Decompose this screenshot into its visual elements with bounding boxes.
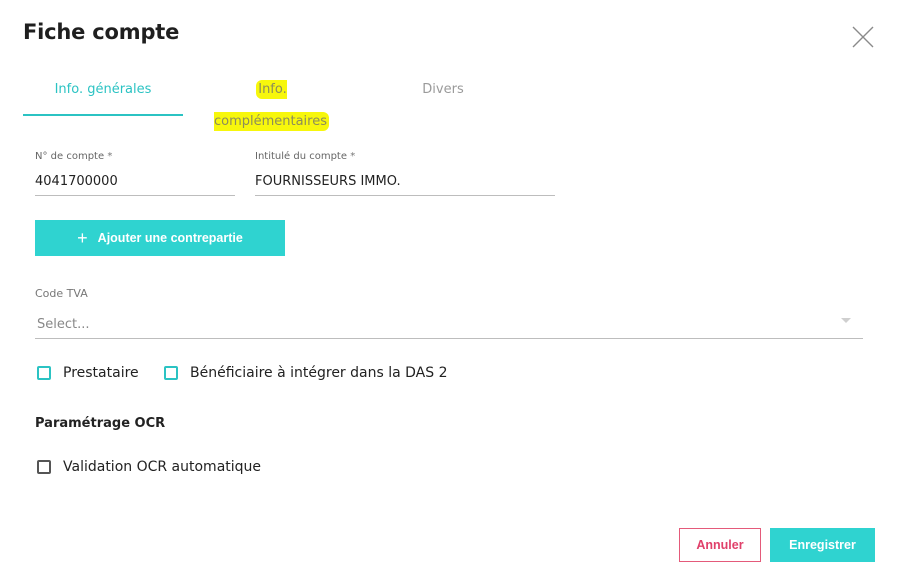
checkbox-icon — [37, 460, 51, 474]
tab-divers[interactable]: Divers — [403, 74, 483, 114]
account-number-label-text: N° de compte — [35, 151, 105, 162]
account-number-field[interactable]: 4041700000 — [35, 174, 235, 196]
required-mark: * — [350, 151, 356, 162]
tab-info-complementaires-label: Info. complémentaires — [213, 80, 330, 131]
required-mark: * — [107, 151, 113, 162]
beneficiary-checkbox[interactable]: Bénéficiaire à intégrer dans la DAS 2 — [164, 365, 448, 381]
checkbox-icon — [37, 366, 51, 380]
beneficiary-label: Bénéficiaire à intégrer dans la DAS 2 — [190, 365, 448, 381]
vat-code-placeholder: Select... — [37, 317, 90, 332]
dialog-title: Fiche compte — [23, 20, 180, 44]
account-title-label-text: Intitulé du compte — [255, 151, 347, 162]
account-title-label: Intitulé du compte * — [255, 151, 355, 162]
add-counterpart-button[interactable]: + Ajouter une contrepartie — [35, 220, 285, 256]
provider-label: Prestataire — [63, 365, 139, 381]
checkbox-icon — [164, 366, 178, 380]
chevron-down-icon — [841, 318, 851, 323]
ocr-auto-validation-label: Validation OCR automatique — [63, 459, 262, 475]
account-number-label: N° de compte * — [35, 151, 112, 162]
save-button[interactable]: Enregistrer — [770, 528, 875, 562]
ocr-auto-validation-checkbox[interactable]: Validation OCR automatique — [37, 459, 261, 475]
add-counterpart-label: Ajouter une contrepartie — [97, 231, 243, 245]
cancel-button[interactable]: Annuler — [679, 528, 761, 562]
provider-checkbox[interactable]: Prestataire — [37, 365, 139, 381]
tab-info-complementaires[interactable]: Info. complémentaires — [199, 74, 344, 131]
close-icon[interactable] — [850, 24, 876, 50]
vat-code-select[interactable]: Select... — [35, 314, 863, 339]
account-title-field[interactable]: FOURNISSEURS IMMO. — [255, 174, 555, 196]
tab-info-generales[interactable]: Info. générales — [23, 74, 183, 116]
plus-icon: + — [77, 227, 88, 248]
vat-code-label: Code TVA — [35, 287, 88, 300]
tab-bar: Info. générales Info. complémentaires Di… — [23, 74, 503, 131]
ocr-section-title: Paramétrage OCR — [35, 416, 166, 431]
